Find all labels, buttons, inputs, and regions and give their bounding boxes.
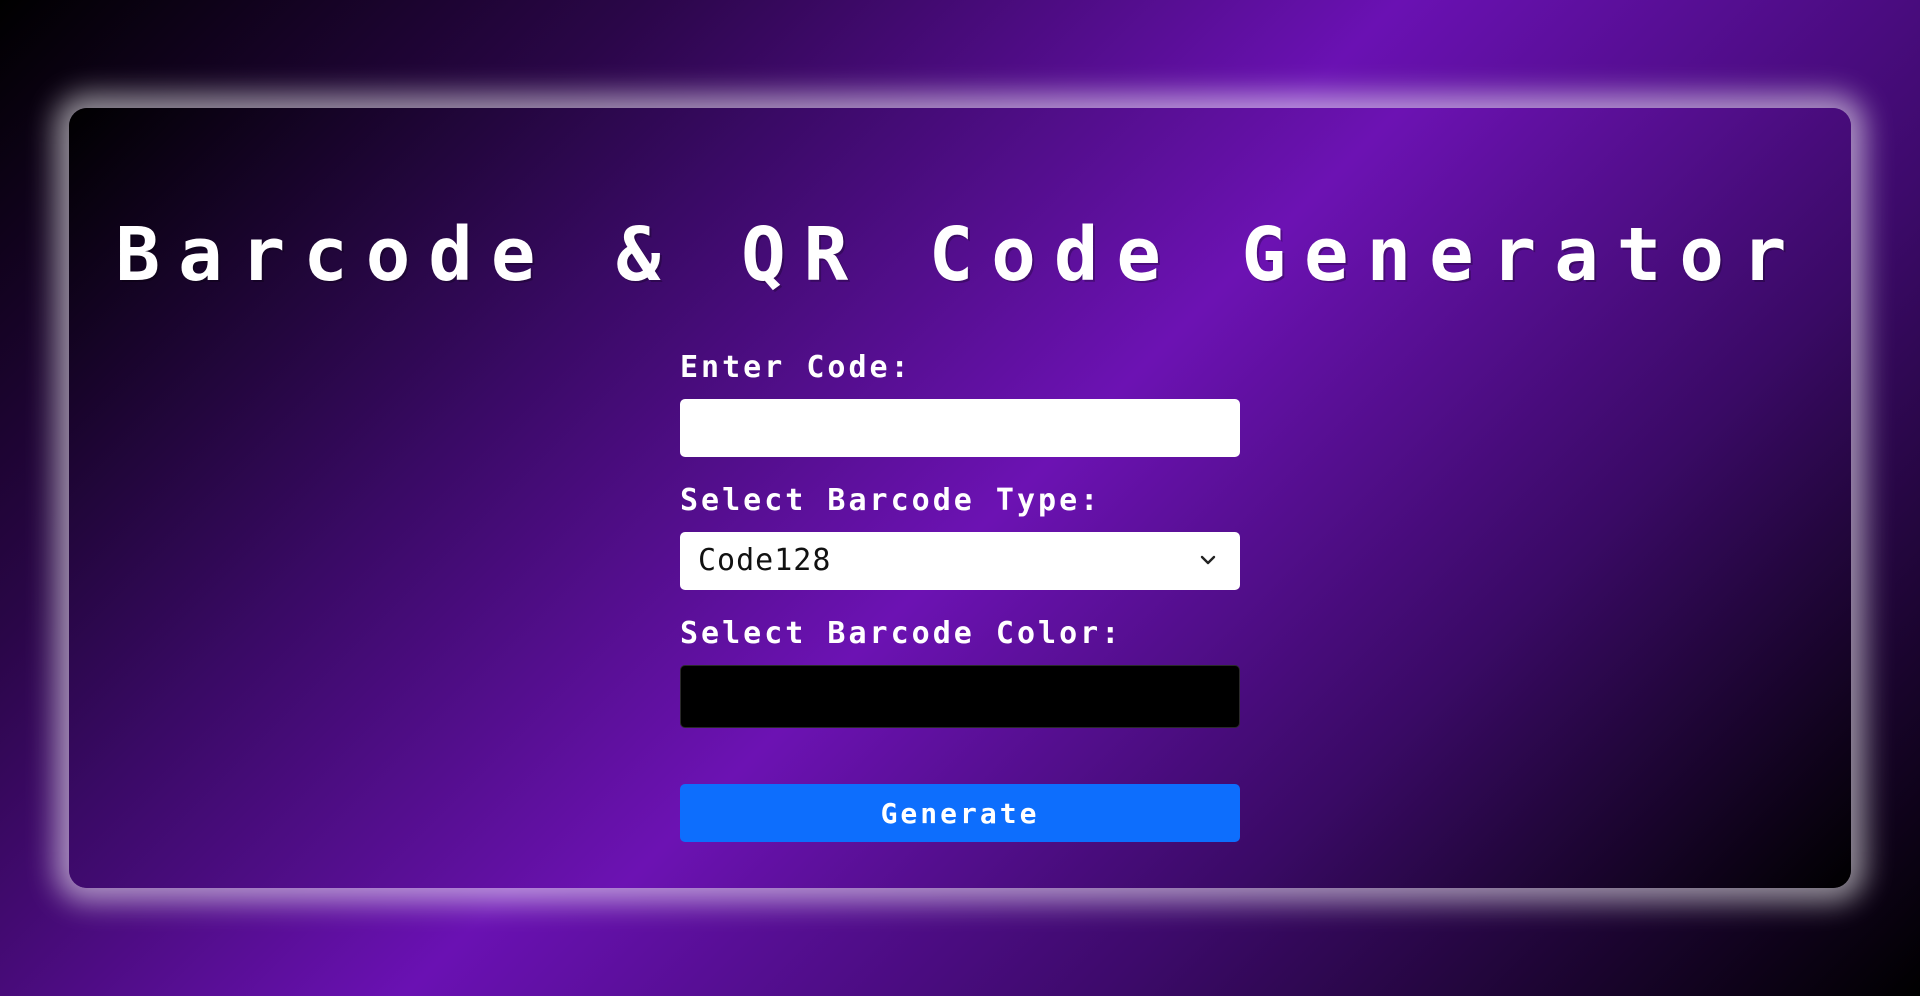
barcode-color-label: Select Barcode Color: bbox=[680, 616, 1123, 651]
barcode-type-selected-value: Code128 bbox=[698, 543, 832, 578]
code-label: Enter Code: bbox=[680, 350, 912, 385]
barcode-type-select[interactable]: Code128 bbox=[680, 532, 1240, 590]
generate-button[interactable]: Generate bbox=[680, 784, 1240, 842]
page-title: Barcode & QR Code Generator bbox=[115, 212, 1805, 298]
generator-card: Barcode & QR Code Generator Enter Code: … bbox=[69, 108, 1851, 888]
barcode-color-picker[interactable] bbox=[680, 665, 1240, 728]
generator-form: Enter Code: Select Barcode Type: Code128… bbox=[680, 351, 1240, 842]
barcode-type-label: Select Barcode Type: bbox=[680, 483, 1102, 518]
code-input[interactable] bbox=[680, 399, 1240, 457]
chevron-down-icon bbox=[1200, 555, 1216, 565]
